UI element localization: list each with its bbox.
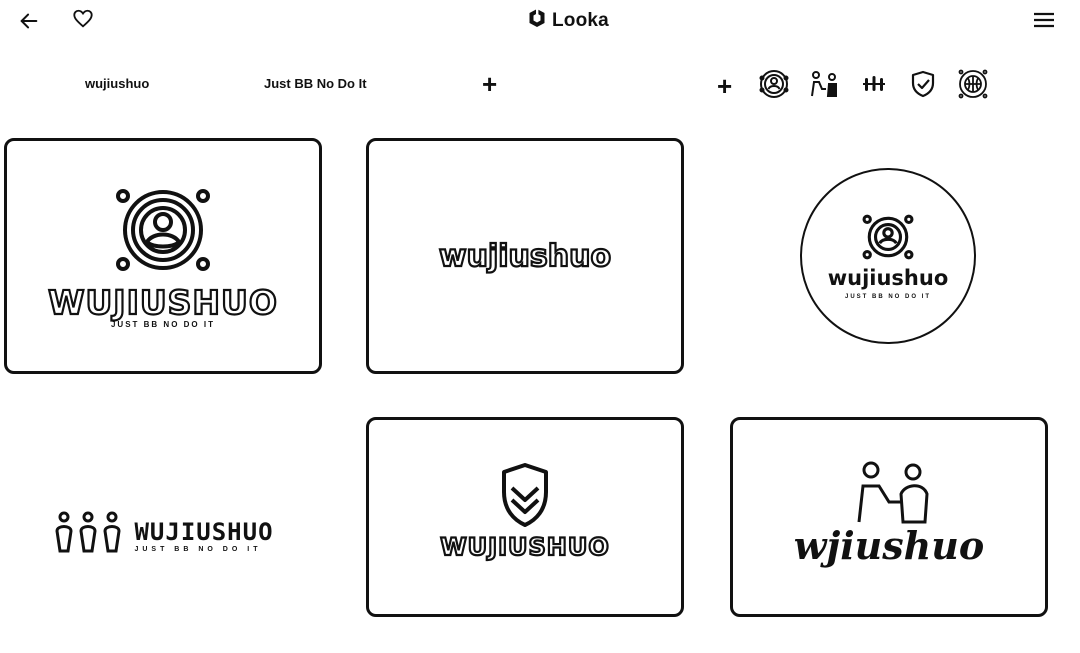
logo-card[interactable]: WUJIUSHUO JUST BB NO DO IT xyxy=(4,417,322,653)
avatar-ring-icon xyxy=(113,184,213,281)
logo-wordmark: WUJIUSHUO xyxy=(134,517,274,546)
brand-name: Looka xyxy=(552,9,609,31)
logo-tagline: JUST BB NO DO IT xyxy=(110,319,215,329)
shield-icon[interactable] xyxy=(907,68,939,100)
top-bar: Looka xyxy=(0,0,1080,42)
add-text-plus-icon[interactable]: + xyxy=(482,71,497,97)
filter-chip-slogan[interactable]: Just BB No Do It xyxy=(264,76,367,91)
badge-circle: wujiushuo JUST BB NO DO IT xyxy=(800,168,976,344)
avatar-ring-icon xyxy=(862,213,914,266)
brand[interactable]: Looka xyxy=(528,8,609,33)
logo-card[interactable]: wjiushuo xyxy=(730,417,1048,617)
avatar-icon[interactable] xyxy=(758,68,790,100)
logo-card[interactable]: wujiushuo JUST BB NO DO IT xyxy=(730,138,1048,374)
menu-icon[interactable] xyxy=(1030,6,1058,34)
back-arrow-icon[interactable] xyxy=(14,6,44,36)
shield-icon xyxy=(500,462,550,533)
logo-wordmark: WUJIUSHUO xyxy=(439,532,610,562)
logo-tagline: JUST BB NO DO IT xyxy=(134,545,262,553)
looka-logo-icon xyxy=(528,8,546,33)
people-icon xyxy=(52,511,124,560)
logo-wordmark: WUJIUSHUO xyxy=(47,281,278,322)
logo-tagline: JUST BB NO DO IT xyxy=(844,293,931,300)
logo-card[interactable]: WUJIUSHUO JUST BB NO DO IT xyxy=(4,138,322,374)
logo-wordmark: wujiushuo xyxy=(438,237,612,274)
add-symbol-plus-icon[interactable]: + xyxy=(717,73,732,99)
filter-chip-name[interactable]: wujiushuo xyxy=(85,76,149,91)
logo-wordmark: wjiushuo xyxy=(793,523,985,568)
logo-wordmark: wujiushuo xyxy=(827,265,949,290)
globe-icon[interactable] xyxy=(957,68,989,100)
fence-icon[interactable] xyxy=(858,68,890,100)
logo-grid: WUJIUSHUO JUST BB NO DO IT wujiushuo wuj… xyxy=(0,134,1080,653)
people-icon[interactable] xyxy=(808,68,840,100)
filter-row: wujiushuo Just BB No Do It + + xyxy=(0,62,1080,106)
heart-icon[interactable] xyxy=(68,4,98,34)
people-icon xyxy=(839,460,939,531)
logo-card[interactable]: wujiushuo xyxy=(366,138,684,374)
logo-card[interactable]: WUJIUSHUO xyxy=(366,417,684,617)
